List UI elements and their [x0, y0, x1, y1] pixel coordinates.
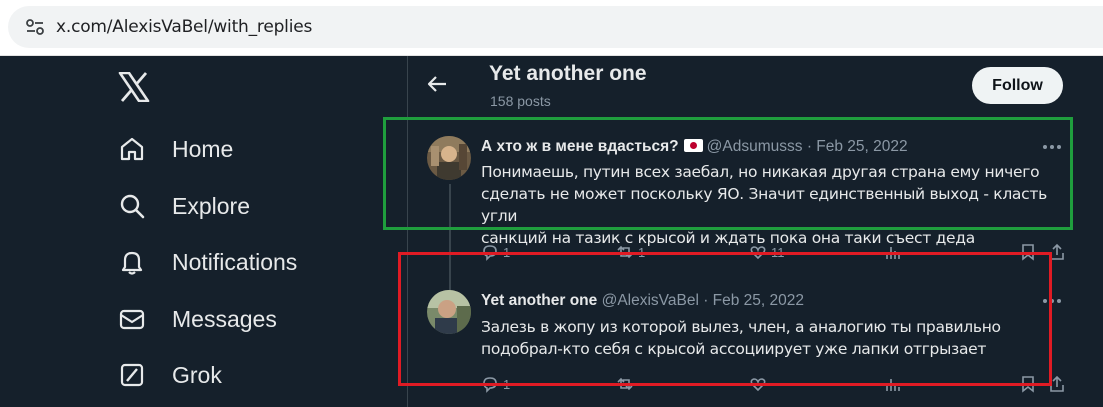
- site-settings-icon[interactable]: [26, 19, 44, 35]
- grok-icon: [120, 363, 144, 387]
- nav-item-grok[interactable]: Grok: [118, 355, 222, 395]
- nav-label-home: Home: [172, 135, 234, 162]
- x-logo-icon[interactable]: [118, 72, 150, 102]
- post-count: 158 posts: [490, 93, 551, 109]
- highlight-box-green: [383, 117, 1073, 230]
- follow-button[interactable]: Follow: [972, 67, 1063, 104]
- nav-label-notifications: Notifications: [172, 248, 298, 275]
- bell-icon: [121, 251, 143, 275]
- highlight-box-red: [398, 252, 1052, 386]
- url-box[interactable]: x.com/AlexisVaBel/with_replies: [8, 6, 1103, 48]
- nav-item-notifications[interactable]: Notifications: [118, 242, 297, 282]
- home-icon: [120, 137, 144, 161]
- search-icon: [120, 194, 145, 219]
- nav-item-messages[interactable]: Messages: [118, 299, 277, 339]
- nav-label-messages: Messages: [172, 305, 277, 332]
- left-nav: Home Explore Notifications Messages Grok: [0, 56, 407, 407]
- browser-address-bar: x.com/AlexisVaBel/with_replies: [0, 0, 1103, 56]
- nav-label-grok: Grok: [172, 361, 222, 388]
- nav-item-home[interactable]: Home: [118, 129, 233, 169]
- url-text[interactable]: x.com/AlexisVaBel/with_replies: [56, 17, 312, 37]
- nav-label-explore: Explore: [172, 192, 250, 219]
- profile-name: Yet another one: [489, 62, 647, 85]
- envelope-icon: [119, 309, 145, 330]
- back-arrow-icon[interactable]: [426, 73, 448, 95]
- nav-item-explore[interactable]: Explore: [118, 186, 250, 226]
